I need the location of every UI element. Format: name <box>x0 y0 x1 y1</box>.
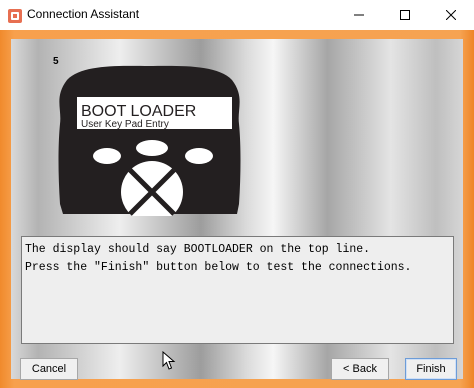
window-title: Connection Assistant <box>27 7 140 21</box>
instructions-textarea[interactable]: The display should say BOOTLOADER on the… <box>21 236 454 344</box>
close-button[interactable] <box>428 0 474 30</box>
device-screen-line1: BOOT LOADER <box>81 103 196 120</box>
cancel-button[interactable]: Cancel <box>20 358 78 380</box>
minimize-icon <box>354 14 364 16</box>
finish-button[interactable]: Finish <box>405 358 457 380</box>
back-button[interactable]: < Back <box>331 358 389 380</box>
keypad-device-illustration: BOOT LOADER User Key Pad Entry <box>58 65 241 216</box>
minimize-button[interactable] <box>336 0 382 30</box>
instruction-line-1: The display should say BOOTLOADER on the… <box>25 243 371 256</box>
keypad-key-right <box>185 148 213 164</box>
app-icon <box>8 9 22 23</box>
maximize-button[interactable] <box>382 0 428 30</box>
title-bar: Connection Assistant <box>0 0 474 30</box>
keypad-key-top <box>136 140 168 156</box>
instruction-line-2: Press the "Finish" button below to test … <box>25 261 412 274</box>
keypad-key-left <box>93 148 121 164</box>
device-screen-line2: User Key Pad Entry <box>81 119 169 130</box>
mouse-cursor-icon <box>162 351 176 370</box>
maximize-icon <box>400 10 410 20</box>
close-icon <box>446 10 456 20</box>
